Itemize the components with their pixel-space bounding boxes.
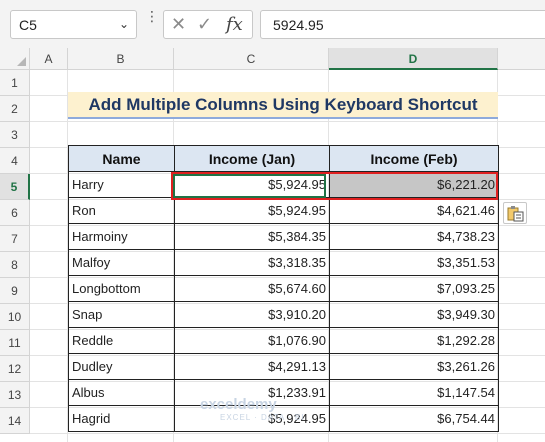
formula-input[interactable]: 5924.95 xyxy=(260,10,545,39)
insert-function-icon[interactable]: fx xyxy=(226,14,243,35)
formula-controls: ✕ ✓ fx xyxy=(163,10,253,39)
spreadsheet-grid[interactable]: A B C D 1 2 3 4 5 6 7 8 9 10 11 12 13 14… xyxy=(0,48,545,442)
header-income-feb[interactable]: Income (Feb) xyxy=(329,145,499,172)
table-row: Harry $5,924.95 $6,221.20 xyxy=(68,171,499,198)
name-cell[interactable]: Malfoy xyxy=(68,249,175,276)
row-header[interactable]: 3 xyxy=(0,122,30,148)
row-header[interactable]: 1 xyxy=(0,70,30,96)
income-jan-cell[interactable]: $4,291.13 xyxy=(174,353,330,380)
row-header[interactable]: 9 xyxy=(0,278,30,304)
income-feb-cell[interactable]: $1,147.54 xyxy=(329,379,499,406)
name-cell[interactable]: Hagrid xyxy=(68,405,175,432)
cancel-icon[interactable]: ✕ xyxy=(171,14,186,35)
row-header[interactable]: 8 xyxy=(0,252,30,278)
income-feb-cell[interactable]: $3,949.30 xyxy=(329,301,499,328)
watermark-brand: exceldemy xyxy=(200,396,277,413)
enter-check-icon[interactable]: ✓ xyxy=(197,14,212,35)
income-feb-cell[interactable]: $7,093.25 xyxy=(329,275,499,302)
table-header-row: Name Income (Jan) Income (Feb) xyxy=(68,145,499,172)
income-feb-cell[interactable]: $3,351.53 xyxy=(329,249,499,276)
income-feb-cell[interactable]: $4,621.46 xyxy=(329,197,499,224)
income-feb-cell[interactable]: $3,261.26 xyxy=(329,353,499,380)
more-options-icon[interactable]: ⋮ xyxy=(145,9,159,23)
table-row: Malfoy $3,318.35 $3,351.53 xyxy=(68,249,499,276)
column-header-c[interactable]: C xyxy=(174,48,329,70)
chevron-down-icon[interactable]: ⌄ xyxy=(119,17,129,31)
name-cell[interactable]: Albus xyxy=(68,379,175,406)
paste-options-icon[interactable] xyxy=(503,202,527,224)
select-all-button[interactable] xyxy=(0,48,30,70)
column-header-a[interactable]: A xyxy=(30,48,68,70)
row-header[interactable]: 10 xyxy=(0,304,30,330)
row-header[interactable]: 12 xyxy=(0,356,30,382)
row-header[interactable]: 7 xyxy=(0,226,30,252)
table-row: Longbottom $5,674.60 $7,093.25 xyxy=(68,275,499,302)
watermark-tagline: EXCEL · DATA · BI xyxy=(220,413,305,422)
table-row: Ron $5,924.95 $4,621.46 xyxy=(68,197,499,224)
row-header[interactable]: 6 xyxy=(0,200,30,226)
header-income-jan[interactable]: Income (Jan) xyxy=(174,145,330,172)
name-box-value: C5 xyxy=(19,17,37,33)
name-cell[interactable]: Ron xyxy=(68,197,175,224)
name-cell[interactable]: Snap xyxy=(68,301,175,328)
name-cell[interactable]: Longbottom xyxy=(68,275,175,302)
table-row: Harmoiny $5,384.35 $4,738.23 xyxy=(68,223,499,250)
income-jan-cell[interactable]: $3,910.20 xyxy=(174,301,330,328)
name-cell[interactable]: Reddle xyxy=(68,327,175,354)
income-feb-cell[interactable]: $6,754.44 xyxy=(329,405,499,432)
row-header-selected[interactable]: 5 xyxy=(0,174,30,200)
column-header-b[interactable]: B xyxy=(68,48,174,70)
formula-value: 5924.95 xyxy=(273,17,324,33)
header-name[interactable]: Name xyxy=(68,145,175,172)
row-header[interactable]: 2 xyxy=(0,96,30,122)
table-row: Snap $3,910.20 $3,949.30 xyxy=(68,301,499,328)
income-jan-cell[interactable]: $3,318.35 xyxy=(174,249,330,276)
row-header[interactable]: 13 xyxy=(0,382,30,408)
table-row: Dudley $4,291.13 $3,261.26 xyxy=(68,353,499,380)
name-cell[interactable]: Harmoiny xyxy=(68,223,175,250)
income-feb-cell[interactable]: $1,292.28 xyxy=(329,327,499,354)
table-row: Reddle $1,076.90 $1,292.28 xyxy=(68,327,499,354)
name-cell[interactable]: Harry xyxy=(68,171,175,198)
row-header[interactable]: 14 xyxy=(0,408,30,434)
income-jan-cell[interactable]: $1,076.90 xyxy=(174,327,330,354)
income-feb-cell[interactable]: $6,221.20 xyxy=(329,171,499,198)
income-table: Name Income (Jan) Income (Feb) Harry $5,… xyxy=(68,145,499,432)
income-jan-cell[interactable]: $5,924.95 xyxy=(174,197,330,224)
watermark-logo: exceldemy EXCEL · DATA · BI xyxy=(200,396,304,422)
income-jan-cell[interactable]: $5,674.60 xyxy=(174,275,330,302)
formula-bar: C5 ⌄ ⋮ ✕ ✓ fx 5924.95 xyxy=(0,0,545,48)
income-jan-cell[interactable]: $5,924.95 xyxy=(174,171,330,198)
row-header[interactable]: 11 xyxy=(0,330,30,356)
name-box[interactable]: C5 ⌄ xyxy=(10,10,137,39)
income-jan-cell[interactable]: $5,384.35 xyxy=(174,223,330,250)
name-cell[interactable]: Dudley xyxy=(68,353,175,380)
income-feb-cell[interactable]: $4,738.23 xyxy=(329,223,499,250)
sheet-title[interactable]: Add Multiple Columns Using Keyboard Shor… xyxy=(68,92,498,119)
column-header-e[interactable] xyxy=(498,48,545,70)
row-header[interactable]: 4 xyxy=(0,148,30,174)
column-header-d[interactable]: D xyxy=(329,48,498,70)
